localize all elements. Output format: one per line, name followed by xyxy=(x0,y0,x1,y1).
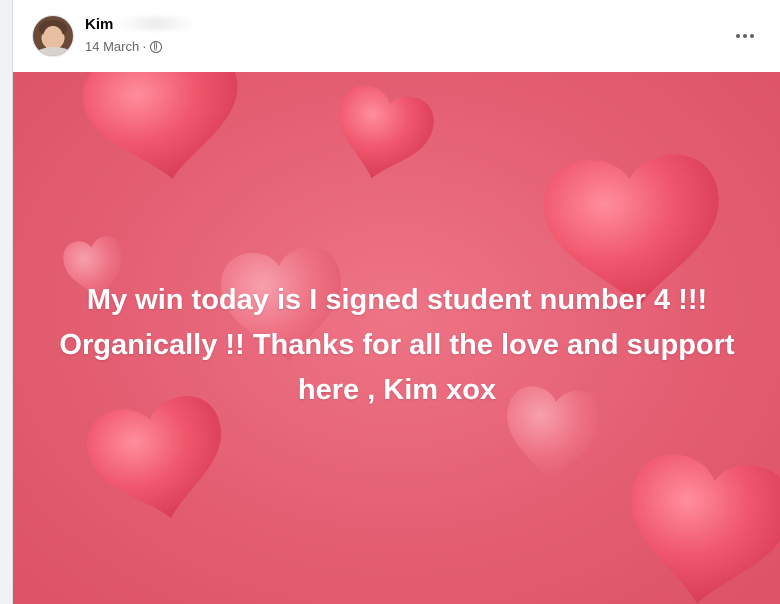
author-name-row: Kim xyxy=(85,16,196,33)
author-name[interactable]: Kim xyxy=(85,16,113,33)
heart-shape xyxy=(78,72,250,190)
post-meta: 14 March · xyxy=(85,39,162,54)
post-date[interactable]: 14 March xyxy=(85,39,139,54)
more-options-button[interactable] xyxy=(729,22,761,50)
globe-icon[interactable] xyxy=(149,40,162,53)
post-message: My win today is I signed student number … xyxy=(59,284,735,406)
post-header: Kim 14 March · xyxy=(13,0,780,72)
avatar-shirt xyxy=(35,47,73,56)
post-background-image[interactable]: My win today is I signed student number … xyxy=(13,72,780,604)
meta-separator: · xyxy=(142,39,147,54)
redacted-name xyxy=(117,17,196,30)
post-card: Kim 14 March · My win today is I signed … xyxy=(12,0,780,604)
author-avatar[interactable] xyxy=(32,15,74,57)
more-options-icon xyxy=(736,34,740,38)
more-options-icon xyxy=(750,34,754,38)
heart-shape xyxy=(325,80,440,190)
heart-shape xyxy=(617,449,780,604)
more-options-icon xyxy=(743,34,747,38)
